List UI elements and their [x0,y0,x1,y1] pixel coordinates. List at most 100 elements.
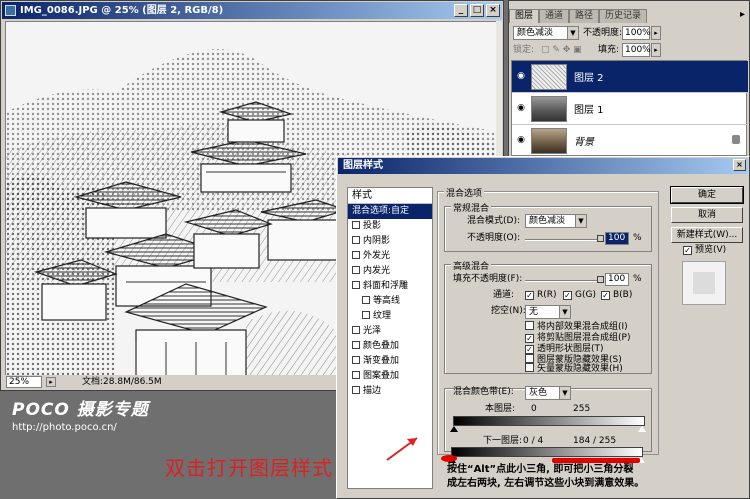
style-pattern-overlay[interactable]: 图案叠加 [348,369,432,384]
channel-r-label: R(R) [537,290,557,300]
dialog-close-button[interactable]: × [733,159,746,171]
style-drop-shadow[interactable]: 投影 [348,219,432,234]
checkmark-icon: ✓ [525,345,534,354]
chevron-down-icon: ▼ [559,306,570,318]
style-checkbox[interactable] [362,296,370,304]
blend-if-label: 混合颜色带(E): [453,387,514,397]
style-satin[interactable]: 光泽 [348,324,432,339]
option-vector-mask-hides[interactable]: 矢量蒙版隐藏效果(H) [525,363,623,376]
blend-mode-select[interactable]: 颜色减淡 ▼ [525,214,587,228]
close-button[interactable]: × [486,4,500,17]
layer-opacity-field[interactable]: 100% [622,26,651,40]
style-inner-glow[interactable]: 内发光 [348,264,432,279]
zoom-field[interactable]: 25% [6,376,42,388]
layer-blend-mode-value: 颜色减淡 [517,28,554,38]
layer-item[interactable]: ◉ 图层 2 [512,61,748,93]
style-contour[interactable]: 等高线 [348,294,432,309]
fill-opacity-field[interactable]: 100 [605,273,629,286]
style-outer-glow[interactable]: 外发光 [348,249,432,264]
eye-icon[interactable]: ◉ [515,70,527,82]
layer-fill-field[interactable]: 100% [622,43,651,57]
styles-header[interactable]: 样式 [348,188,432,204]
opacity-arrow-icon[interactable]: ▸ [651,26,661,40]
this-layer-max: 255 [573,404,591,414]
document-title-bar[interactable]: IMG_0086.JPG @ 25% (图层 2, RGB/8) _ □ × [2,2,502,19]
document-title: IMG_0086.JPG @ 25% (图层 2, RGB/8) [20,5,224,16]
style-checkbox[interactable] [352,236,360,244]
style-preview-swatch [682,261,726,305]
style-bevel-emboss[interactable]: 斜面和浮雕 [348,279,432,294]
checkmark-icon: ✓ [525,334,534,343]
under-layer-gradient [451,447,643,457]
channel-g-checkbox[interactable]: ✓ G(G) [563,289,596,302]
layer-item[interactable]: ◉ 图层 1 [512,93,748,125]
channel-r-checkbox[interactable]: ✓ R(R) [525,289,557,302]
style-checkbox[interactable] [352,341,360,349]
lock-icon [732,135,740,144]
eye-icon[interactable]: ◉ [515,102,527,114]
knockout-select[interactable]: 无 ▼ [525,305,571,319]
cancel-button[interactable]: 取消 [671,207,743,223]
dialog-title-bar[interactable]: 图层样式 × [338,158,748,174]
preview-label: 预览(V) [695,245,727,255]
this-layer-black-slider[interactable] [450,426,458,432]
ok-button[interactable]: 确定 [670,186,744,204]
opacity-slider[interactable] [525,235,604,242]
style-inner-shadow[interactable]: 内阴影 [348,234,432,249]
style-checkbox[interactable] [352,281,360,289]
fill-opacity-slider-handle[interactable] [597,276,604,283]
new-style-button[interactable]: 新建样式(W)... [671,227,743,243]
style-texture[interactable]: 纹理 [348,309,432,324]
style-stroke[interactable]: 描边 [348,384,432,399]
tab-channels[interactable]: 通道 [539,9,570,23]
option-label: 透明形状图层(T) [537,344,604,354]
style-checkbox[interactable] [352,251,360,259]
style-blending-options[interactable]: 混合选项:自定 [348,204,432,219]
layer-name: 图层 1 [574,105,604,116]
tab-history[interactable]: 历史记录 [599,9,648,23]
opacity-slider-handle[interactable] [597,235,604,242]
style-label: 纹理 [373,311,392,321]
this-layer-white-slider[interactable] [638,426,646,432]
option-label: 将剪贴图层混合成组(P) [537,333,631,343]
tab-paths[interactable]: 路径 [569,9,600,23]
advanced-blending-title: 高级混合 [451,259,492,272]
this-layer-label: 本图层: [485,404,516,414]
style-checkbox[interactable] [352,221,360,229]
fill-opacity-slider[interactable] [525,276,604,283]
channel-b-checkbox[interactable]: ✓ B(B) [601,289,632,302]
chevron-down-icon: ▼ [567,27,578,39]
palette-menu-arrow-icon[interactable]: ▸ [740,8,745,22]
lock-icons[interactable]: ▢ ✎ ✥ ▣ [541,43,582,57]
instruction-line-1: 按住“Alt”点此小三角, 即可把小三角分裂 [447,464,634,475]
fill-arrow-icon[interactable]: ▸ [651,43,661,57]
layer-thumbnail [531,96,567,122]
blend-if-select[interactable]: 灰色 ▼ [525,386,571,400]
style-checkbox[interactable] [352,326,360,334]
style-checkbox[interactable] [352,371,360,379]
preview-checkbox[interactable]: ✓ 预览(V) [683,244,726,257]
poco-watermark: POCO 摄影专题 http://photo.poco.cn/ [12,395,149,433]
tab-layers[interactable]: 图层 [509,9,540,23]
style-checkbox[interactable] [352,356,360,364]
minimize-button[interactable]: _ [454,4,468,17]
style-gradient-overlay[interactable]: 渐变叠加 [348,354,432,369]
style-label: 颜色叠加 [363,341,400,351]
eye-icon[interactable]: ◉ [515,134,527,146]
palette-tabs: 图层 通道 路径 历史记录 [509,9,648,23]
layer-item[interactable]: ◉ 背景 [512,125,748,157]
checkmark-icon: ✓ [601,291,610,300]
style-label: 混合选项:自定 [352,206,410,216]
checkmark-icon: ✓ [563,291,572,300]
style-checkbox[interactable] [362,311,370,319]
style-label: 斜面和浮雕 [363,281,409,291]
style-color-overlay[interactable]: 颜色叠加 [348,339,432,354]
style-checkbox[interactable] [352,266,360,274]
opacity-field[interactable]: 100 [605,232,629,245]
maximize-button[interactable]: □ [470,4,484,17]
status-menu-arrow-icon[interactable]: ▸ [46,377,56,387]
layer-blend-mode-select[interactable]: 颜色减淡 ▼ [513,26,579,40]
checkmark-icon: ✓ [683,246,692,255]
style-checkbox[interactable] [352,386,360,394]
poco-url: http://photo.poco.cn/ [12,422,117,433]
